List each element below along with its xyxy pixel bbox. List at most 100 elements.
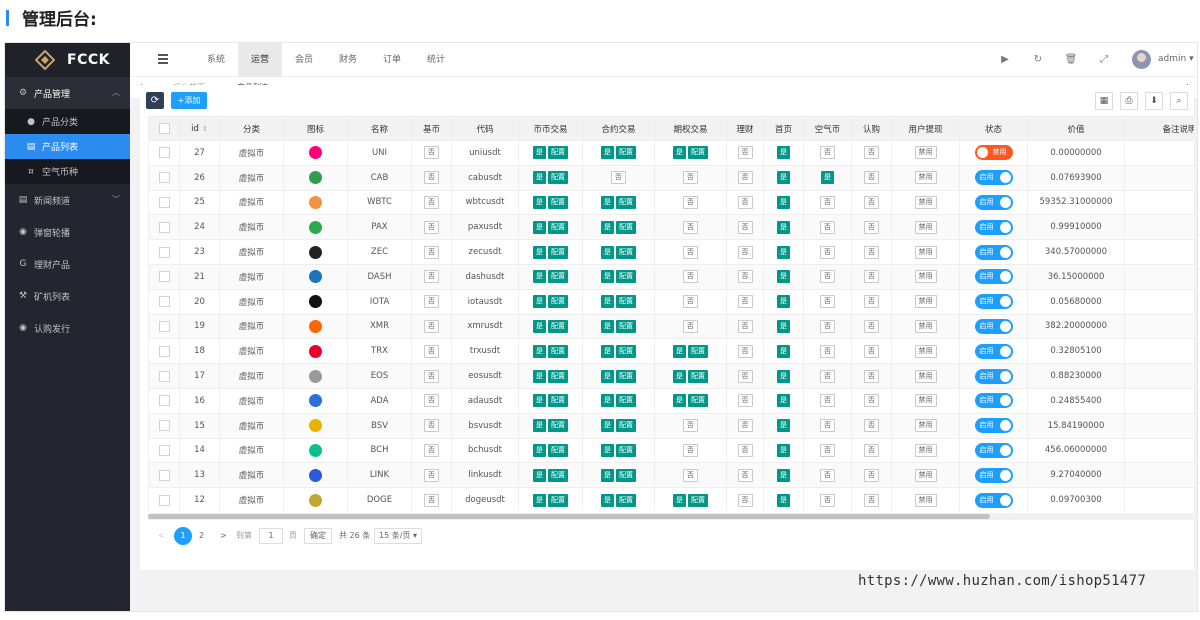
no-badge[interactable]: 否 <box>737 245 753 259</box>
no-badge[interactable]: 否 <box>864 195 879 209</box>
no-badge[interactable]: 否 <box>424 468 439 482</box>
config-button[interactable]: 配置 <box>688 146 708 160</box>
yes-badge[interactable]: 是 <box>777 369 790 383</box>
avatar[interactable] <box>1132 50 1151 69</box>
no-badge[interactable]: 否 <box>864 146 879 160</box>
config-button[interactable]: 配置 <box>548 195 568 209</box>
yes-badge[interactable]: 是 <box>821 171 834 185</box>
no-badge[interactable]: 否 <box>611 171 626 185</box>
config-button[interactable]: 配置 <box>616 270 636 284</box>
disable-withdraw-button[interactable]: 禁用 <box>914 270 937 284</box>
column-header-0[interactable] <box>148 116 180 141</box>
columns-filter-icon[interactable]: ▦ <box>1095 92 1113 110</box>
yes-badge[interactable]: 是 <box>673 394 686 408</box>
no-badge[interactable]: 否 <box>737 295 753 309</box>
config-button[interactable]: 配置 <box>688 369 708 383</box>
no-badge[interactable]: 否 <box>683 319 698 333</box>
config-button[interactable]: 配置 <box>616 419 636 433</box>
config-button[interactable]: 配置 <box>548 270 568 284</box>
no-badge[interactable]: 否 <box>820 394 835 408</box>
pager-next-button[interactable]: > <box>220 527 227 545</box>
no-badge[interactable]: 否 <box>864 171 879 185</box>
status-toggle[interactable]: 启用 <box>974 393 1013 409</box>
menu-tab-3[interactable]: 财务 <box>326 43 370 77</box>
disable-withdraw-button[interactable]: 禁用 <box>914 220 937 234</box>
no-badge[interactable]: 否 <box>820 493 835 507</box>
config-button[interactable]: 配置 <box>548 220 568 234</box>
status-toggle[interactable]: 启用 <box>974 294 1013 310</box>
pager-confirm-button[interactable]: 确定 <box>304 528 332 544</box>
print-icon[interactable]: ⎙ <box>1120 92 1138 110</box>
row-checkbox[interactable] <box>158 172 170 184</box>
sidebar-group-5[interactable]: ◉ 认购发行 <box>5 312 130 344</box>
no-badge[interactable]: 否 <box>737 369 753 383</box>
config-button[interactable]: 配置 <box>548 344 568 358</box>
no-badge[interactable]: 否 <box>864 419 879 433</box>
no-badge[interactable]: 否 <box>864 270 879 284</box>
status-toggle[interactable]: 启用 <box>974 318 1013 334</box>
no-badge[interactable]: 否 <box>683 220 698 234</box>
row-checkbox[interactable] <box>158 469 170 481</box>
yes-badge[interactable]: 是 <box>601 146 614 160</box>
no-badge[interactable]: 否 <box>820 146 835 160</box>
no-badge[interactable]: 否 <box>683 443 698 457</box>
disable-withdraw-button[interactable]: 禁用 <box>914 493 937 507</box>
row-checkbox[interactable] <box>158 271 170 283</box>
no-badge[interactable]: 否 <box>424 344 439 358</box>
row-checkbox[interactable] <box>158 444 170 456</box>
sidebar-item-1[interactable]: ▤ 产品列表 <box>5 134 130 159</box>
no-badge[interactable]: 否 <box>864 319 879 333</box>
select-all-checkbox[interactable] <box>158 123 170 134</box>
disable-withdraw-button[interactable]: 禁用 <box>914 369 937 383</box>
no-badge[interactable]: 否 <box>820 270 835 284</box>
menu-tab-4[interactable]: 订单 <box>370 43 414 77</box>
config-button[interactable]: 配置 <box>548 468 568 482</box>
config-button[interactable]: 配置 <box>548 493 568 507</box>
config-button[interactable]: 配置 <box>616 493 636 507</box>
yes-badge[interactable]: 是 <box>673 493 686 507</box>
no-badge[interactable]: 否 <box>820 195 835 209</box>
no-badge[interactable]: 否 <box>424 493 439 507</box>
yes-badge[interactable]: 是 <box>777 270 790 284</box>
no-badge[interactable]: 否 <box>820 220 835 234</box>
sidebar-item-2[interactable]: ¤ 空气币种 <box>5 159 130 184</box>
no-badge[interactable]: 否 <box>683 171 698 185</box>
no-badge[interactable]: 否 <box>820 443 835 457</box>
no-badge[interactable]: 否 <box>737 319 753 333</box>
status-toggle[interactable]: 禁用 <box>974 145 1013 161</box>
config-button[interactable]: 配置 <box>616 344 636 358</box>
no-badge[interactable]: 否 <box>737 270 753 284</box>
no-badge[interactable]: 否 <box>424 295 439 309</box>
config-button[interactable]: 配置 <box>616 394 636 408</box>
no-badge[interactable]: 否 <box>737 468 753 482</box>
disable-withdraw-button[interactable]: 禁用 <box>914 419 937 433</box>
yes-badge[interactable]: 是 <box>601 344 614 358</box>
pager-page-2[interactable]: 2 <box>199 527 204 545</box>
column-header-1[interactable]: id ⇕ <box>179 116 220 141</box>
yes-badge[interactable]: 是 <box>777 344 790 358</box>
config-button[interactable]: 配置 <box>548 245 568 259</box>
no-badge[interactable]: 否 <box>820 369 835 383</box>
config-button[interactable]: 配置 <box>548 419 568 433</box>
play-icon[interactable]: ▶ <box>998 53 1012 67</box>
config-button[interactable]: 配置 <box>616 369 636 383</box>
yes-badge[interactable]: 是 <box>777 171 790 185</box>
export-icon[interactable]: ⬇ <box>1145 92 1163 110</box>
yes-badge[interactable]: 是 <box>533 146 546 160</box>
config-button[interactable]: 配置 <box>688 344 708 358</box>
disable-withdraw-button[interactable]: 禁用 <box>914 443 937 457</box>
no-badge[interactable]: 否 <box>737 195 753 209</box>
config-button[interactable]: 配置 <box>616 443 636 457</box>
sidebar-group-4[interactable]: ⚒ 矿机列表 <box>5 280 130 312</box>
no-badge[interactable]: 否 <box>424 270 439 284</box>
pager-prev-button[interactable]: < <box>158 527 165 545</box>
no-badge[interactable]: 否 <box>820 245 835 259</box>
no-badge[interactable]: 否 <box>424 245 439 259</box>
sidebar-group-2[interactable]: ◉ 弹窗轮播 <box>5 216 130 248</box>
yes-badge[interactable]: 是 <box>673 344 686 358</box>
no-badge[interactable]: 否 <box>737 344 753 358</box>
yes-badge[interactable]: 是 <box>601 443 614 457</box>
pager-size-select[interactable]: 15 条/页 ▾ <box>374 528 422 544</box>
refresh-icon[interactable]: ↻ <box>1031 53 1045 67</box>
no-badge[interactable]: 否 <box>683 295 698 309</box>
